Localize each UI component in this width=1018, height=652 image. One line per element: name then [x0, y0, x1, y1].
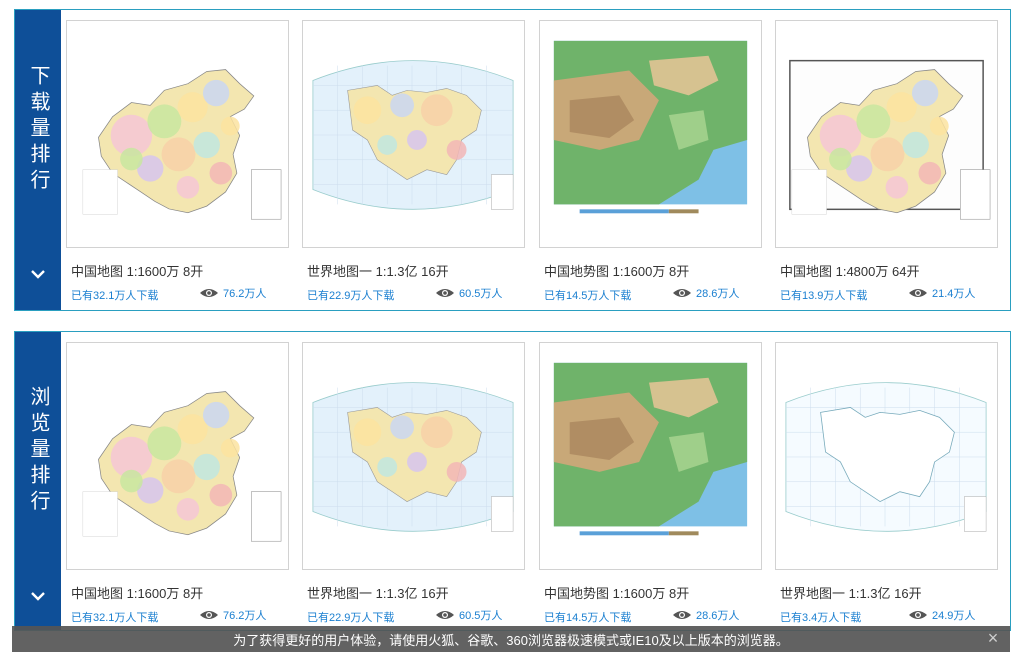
- view-count: 76.2万人: [199, 285, 266, 301]
- map-card: 中国地图 1:1600万 8开 已有32.1万人下载 76.2万人: [66, 10, 291, 302]
- download-count: 已有22.9万人下载: [307, 290, 395, 302]
- close-icon[interactable]: ×: [984, 629, 1002, 647]
- view-count: 76.2万人: [199, 607, 266, 623]
- eye-icon: [200, 289, 218, 297]
- map-card: 世界地图一 1:1.3亿 16开 已有22.9万人下载 60.5万人: [302, 332, 527, 624]
- view-count-value: 24.9万人: [932, 610, 976, 622]
- map-title-link[interactable]: 中国地图 1:1600万 8开: [71, 261, 203, 280]
- map-card: 中国地势图 1:1600万 8开 已有14.5万人下载 28.6万人: [539, 10, 764, 302]
- browser-notice-bar: 为了获得更好的用户体验，请使用火狐、谷歌、360浏览器极速模式或IE10及以上版…: [12, 626, 1010, 652]
- map-title-link[interactable]: 中国地势图 1:1600万 8开: [544, 261, 689, 280]
- view-count-value: 21.4万人: [932, 288, 976, 300]
- browser-notice-text: 为了获得更好的用户体验，请使用火狐、谷歌、360浏览器极速模式或IE10及以上版…: [233, 632, 789, 648]
- map-image: [776, 21, 997, 247]
- map-thumbnail[interactable]: [302, 342, 525, 570]
- eye-icon: [909, 611, 927, 619]
- view-count-value: 76.2万人: [223, 610, 267, 622]
- download-count: 已有13.9万人下载: [780, 290, 868, 302]
- map-card: 中国地图 1:4800万 64开 已有13.9万人下载 21.4万人: [775, 10, 1000, 302]
- map-thumbnail[interactable]: [66, 342, 289, 570]
- map-card: 中国地图 1:1600万 8开 已有32.1万人下载 76.2万人: [66, 332, 291, 624]
- map-image: [776, 343, 997, 569]
- download-count: 已有32.1万人下载: [71, 290, 159, 302]
- map-title-link[interactable]: 世界地图一 1:1.3亿 16开: [780, 583, 922, 602]
- download-count: 已有14.5万人下载: [544, 612, 632, 624]
- view-count: 28.6万人: [672, 607, 739, 623]
- download-count: 已有3.4万人下载: [780, 612, 862, 624]
- map-image: [67, 21, 288, 247]
- view-count: 60.5万人: [435, 607, 502, 623]
- map-card: 中国地势图 1:1600万 8开 已有14.5万人下载 28.6万人: [539, 332, 764, 624]
- view-count: 60.5万人: [435, 285, 502, 301]
- panel-sidebar: 浏览量排行: [15, 332, 61, 630]
- map-title-link[interactable]: 世界地图一 1:1.3亿 16开: [307, 583, 449, 602]
- map-thumbnail[interactable]: [775, 342, 998, 570]
- view-count-value: 76.2万人: [223, 288, 267, 300]
- map-card: 世界地图一 1:1.3亿 16开 已有3.4万人下载 24.9万人: [775, 332, 1000, 624]
- panel-title: 下载量排行: [27, 65, 49, 195]
- map-image: [540, 21, 761, 247]
- eye-icon: [200, 611, 218, 619]
- view-ranking-panel: 浏览量排行 中国地图 1:1600万 8开 已有32.1万人下载 76.2万人 …: [14, 331, 1011, 631]
- map-title-link[interactable]: 中国地图 1:4800万 64开: [780, 261, 919, 280]
- download-count: 已有22.9万人下载: [307, 612, 395, 624]
- map-image: [67, 343, 288, 569]
- view-count-value: 60.5万人: [459, 610, 503, 622]
- view-count-value: 28.6万人: [696, 288, 740, 300]
- map-thumbnail[interactable]: [302, 20, 525, 248]
- map-image: [540, 343, 761, 569]
- eye-icon: [673, 289, 691, 297]
- map-title-link[interactable]: 中国地势图 1:1600万 8开: [544, 583, 689, 602]
- download-count: 已有32.1万人下载: [71, 612, 159, 624]
- eye-icon: [673, 611, 691, 619]
- map-image: [303, 343, 524, 569]
- view-count: 28.6万人: [672, 285, 739, 301]
- chevron-down-icon[interactable]: [28, 589, 48, 603]
- map-title-link[interactable]: 世界地图一 1:1.3亿 16开: [307, 261, 449, 280]
- download-ranking-panel: 下载量排行 中国地图 1:1600万 8开 已有32.1万人下载 76.2万人 …: [14, 9, 1011, 311]
- map-title-link[interactable]: 中国地图 1:1600万 8开: [71, 583, 203, 602]
- eye-icon: [436, 289, 454, 297]
- view-count-value: 60.5万人: [459, 288, 503, 300]
- view-count-value: 28.6万人: [696, 610, 740, 622]
- map-thumbnail[interactable]: [66, 20, 289, 248]
- map-thumbnail[interactable]: [539, 20, 762, 248]
- download-count: 已有14.5万人下载: [544, 290, 632, 302]
- panel-title: 浏览量排行: [27, 386, 49, 516]
- map-thumbnail[interactable]: [539, 342, 762, 570]
- eye-icon: [436, 611, 454, 619]
- map-card: 世界地图一 1:1.3亿 16开 已有22.9万人下载 60.5万人: [302, 10, 527, 302]
- map-thumbnail[interactable]: [775, 20, 998, 248]
- view-count: 21.4万人: [908, 285, 975, 301]
- chevron-down-icon[interactable]: [28, 267, 48, 281]
- map-image: [303, 21, 524, 247]
- view-count: 24.9万人: [908, 607, 975, 623]
- eye-icon: [909, 289, 927, 297]
- panel-sidebar: 下载量排行: [15, 10, 61, 310]
